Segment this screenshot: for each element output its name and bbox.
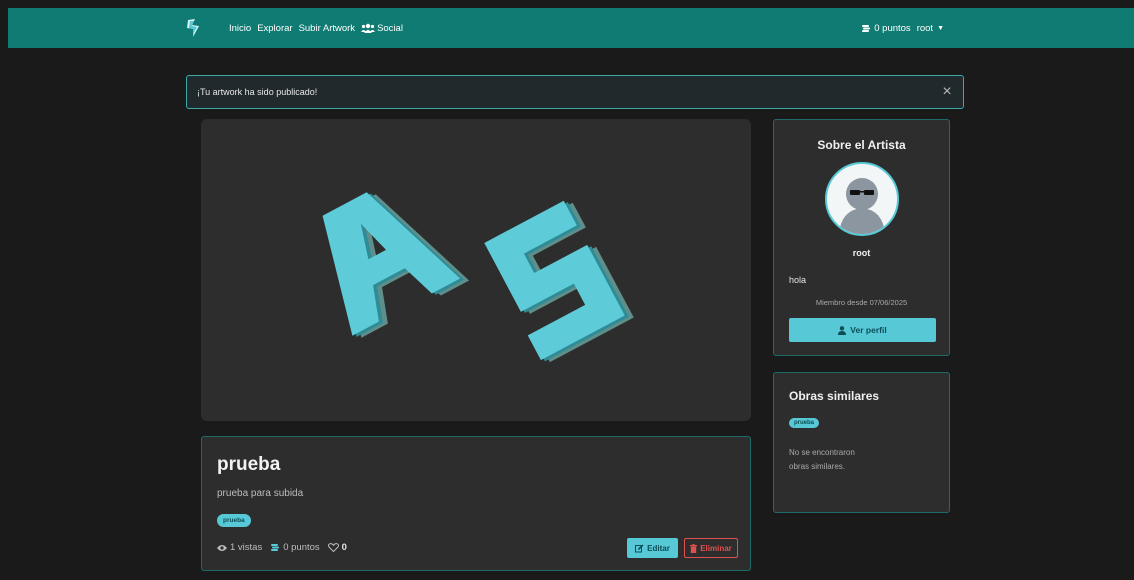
artwork-image <box>201 119 751 421</box>
nav-social-label: Social <box>377 22 403 34</box>
artist-name: root <box>852 248 871 258</box>
nav-points-label: 0 puntos <box>874 22 911 34</box>
nav-link-explorar[interactable]: Explorar <box>257 23 292 34</box>
coins-icon <box>862 24 871 32</box>
artwork-tag[interactable]: prueba <box>217 514 251 527</box>
user-name: root <box>916 22 934 34</box>
like-button[interactable]: 0 <box>327 542 347 553</box>
points-count: 0 puntos <box>283 542 320 553</box>
artist-card-title: Sobre el Artista <box>817 138 906 152</box>
edit-button[interactable]: Editar <box>627 538 678 558</box>
artwork-description: prueba para subida <box>217 488 304 499</box>
artist-bio: hola <box>789 275 807 285</box>
logo-icon[interactable] <box>182 17 204 39</box>
nav-points: 0 puntos <box>861 22 911 34</box>
points-stat: 0 puntos <box>270 542 320 553</box>
trash-icon <box>690 543 698 553</box>
similar-works-title: Obras similares <box>789 389 880 403</box>
nav-link-inicio[interactable]: Inicio <box>229 23 251 34</box>
no-results-text: No se encontraron obras similares. <box>789 448 855 471</box>
nav-links: Inicio Explorar Subir Artwork Social <box>229 8 403 48</box>
view-profile-label: Ver perfil <box>850 325 887 335</box>
artist-card: Sobre el Artista root hola Miembro desde… <box>773 119 950 356</box>
user-dropdown[interactable]: root ▼ <box>917 23 944 34</box>
nav-right: 0 puntos root ▼ <box>861 8 944 48</box>
caret-down-icon: ▼ <box>937 24 944 32</box>
close-icon[interactable]: × <box>939 84 955 100</box>
artwork-info-card: prueba prueba para subida prueba 1 vista… <box>201 436 751 571</box>
similar-tag[interactable]: prueba <box>789 418 820 428</box>
views-count: 1 vistas <box>230 542 263 553</box>
edit-icon <box>635 544 644 552</box>
navbar: Inicio Explorar Subir Artwork Social 0 p… <box>8 8 1134 48</box>
likes-count: 0 <box>341 542 347 553</box>
avatar-image <box>839 178 885 234</box>
artwork-title: prueba <box>217 454 281 475</box>
user-icon <box>838 325 847 335</box>
coins-icon <box>271 544 280 551</box>
artwork-graphic <box>322 192 634 363</box>
delete-button[interactable]: Eliminar <box>684 538 738 558</box>
member-since: Miembro desde 07/06/2025 <box>815 298 908 307</box>
nav-link-subir-artwork[interactable]: Subir Artwork <box>299 23 356 34</box>
views-stat: 1 vistas <box>217 542 262 553</box>
users-icon <box>361 23 376 33</box>
avatar[interactable] <box>825 162 899 236</box>
nav-link-social[interactable]: Social <box>361 23 403 34</box>
delete-label: Eliminar <box>700 543 732 553</box>
alert-message: ¡Tu artwork ha sido publicado! <box>197 87 318 97</box>
success-alert: ¡Tu artwork ha sido publicado! × <box>186 75 964 109</box>
heart-icon <box>327 543 339 552</box>
edit-label: Editar <box>647 543 670 553</box>
similar-works-card: Obras similares prueba No se encontraron… <box>773 372 950 513</box>
view-profile-button[interactable]: Ver perfil <box>789 318 936 342</box>
artwork-stats: 1 vistas 0 puntos 0 <box>217 542 347 553</box>
eye-icon <box>217 544 227 551</box>
